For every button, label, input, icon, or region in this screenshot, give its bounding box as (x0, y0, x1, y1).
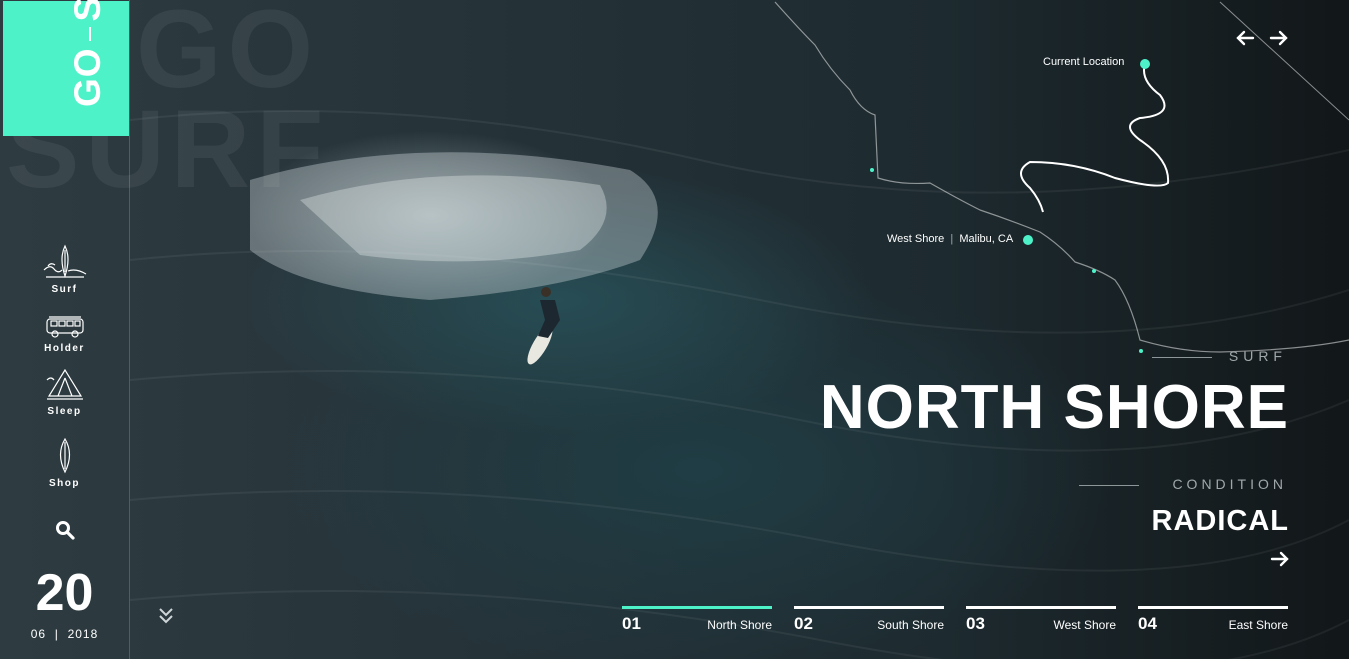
date-separator: | (50, 627, 64, 641)
date-day: 20 (35, 564, 94, 622)
tab-label: North Shore (707, 618, 772, 632)
route-path (1020, 63, 1170, 213)
coastline-path (774, 1, 1349, 353)
brand-go: GO (67, 47, 108, 107)
label-separator: | (947, 233, 957, 245)
kicker-line (1152, 357, 1212, 358)
nav-item-sleep[interactable]: Sleep (0, 368, 129, 417)
double-chevron-down-icon (159, 608, 173, 624)
tab-west-shore[interactable]: 03 West Shore (966, 606, 1116, 634)
surfboard-wave-icon (43, 244, 86, 278)
tab-south-shore[interactable]: 02 South Shore (794, 606, 944, 634)
search-button[interactable] (55, 520, 75, 545)
tab-number: 02 (794, 614, 813, 633)
boundary-line (1219, 1, 1349, 121)
current-location-label: Current Location (1043, 56, 1125, 68)
tab-number: 04 (1138, 614, 1157, 633)
tab-label: South Shore (877, 618, 944, 632)
nav-item-surf[interactable]: Surf (0, 244, 129, 295)
brand-separator (89, 27, 92, 42)
hero-kicker: SURF (1228, 348, 1287, 364)
nav-label-sleep: Sleep (47, 406, 82, 417)
brand-surf: SURF (67, 0, 108, 21)
current-location-marker (1140, 59, 1150, 69)
nav-label-surf: Surf (51, 284, 78, 295)
tab-number: 01 (622, 614, 641, 633)
date-year: 2018 (67, 627, 99, 641)
date-month-year: 06 | 2018 (0, 627, 129, 641)
condition-label: CONDITION (1172, 476, 1287, 492)
condition-line (1079, 485, 1139, 486)
surfboard-icon (59, 438, 70, 474)
logo-block[interactable] (3, 1, 129, 136)
tab-east-shore[interactable]: 04 East Shore (1138, 606, 1288, 634)
west-shore-city: Malibu, CA (959, 233, 1014, 245)
shore-tabs: 01 North Shore 02 South Shore 03 West Sh… (622, 606, 1288, 634)
arrow-right-icon[interactable] (1269, 30, 1289, 46)
explore-button[interactable] (1270, 551, 1290, 572)
nav-item-holder[interactable]: Holder (0, 313, 129, 354)
nav-item-shop[interactable]: Shop (0, 438, 129, 489)
map-dot (870, 168, 874, 172)
date-month: 06 (30, 627, 47, 641)
tab-label: West Shore (1053, 618, 1116, 632)
search-icon (56, 521, 75, 540)
condition-value: RADICAL (1151, 505, 1289, 537)
page-title: NORTH SHORE (819, 373, 1289, 442)
tab-north-shore[interactable]: 01 North Shore (622, 606, 772, 634)
west-shore-name: West Shore (887, 233, 945, 245)
scroll-down-button[interactable] (157, 606, 175, 631)
slider-arrows (1235, 30, 1289, 46)
brand-logo[interactable]: GO SURF (67, 0, 109, 107)
map-dot (1139, 349, 1143, 353)
map-dot (1092, 269, 1096, 273)
arrow-right-icon (1270, 551, 1289, 567)
tab-label: East Shore (1228, 618, 1288, 632)
nav-label-holder: Holder (44, 343, 85, 354)
van-icon (45, 316, 84, 338)
arrow-left-icon[interactable] (1235, 30, 1255, 46)
west-shore-label[interactable]: West Shore | Malibu, CA (887, 233, 1013, 245)
sidebar: GO SURF Surf (0, 0, 130, 659)
tab-number: 03 (966, 614, 985, 633)
west-shore-marker (1023, 235, 1033, 245)
tent-icon (46, 368, 83, 400)
nav-label-shop: Shop (49, 478, 80, 489)
